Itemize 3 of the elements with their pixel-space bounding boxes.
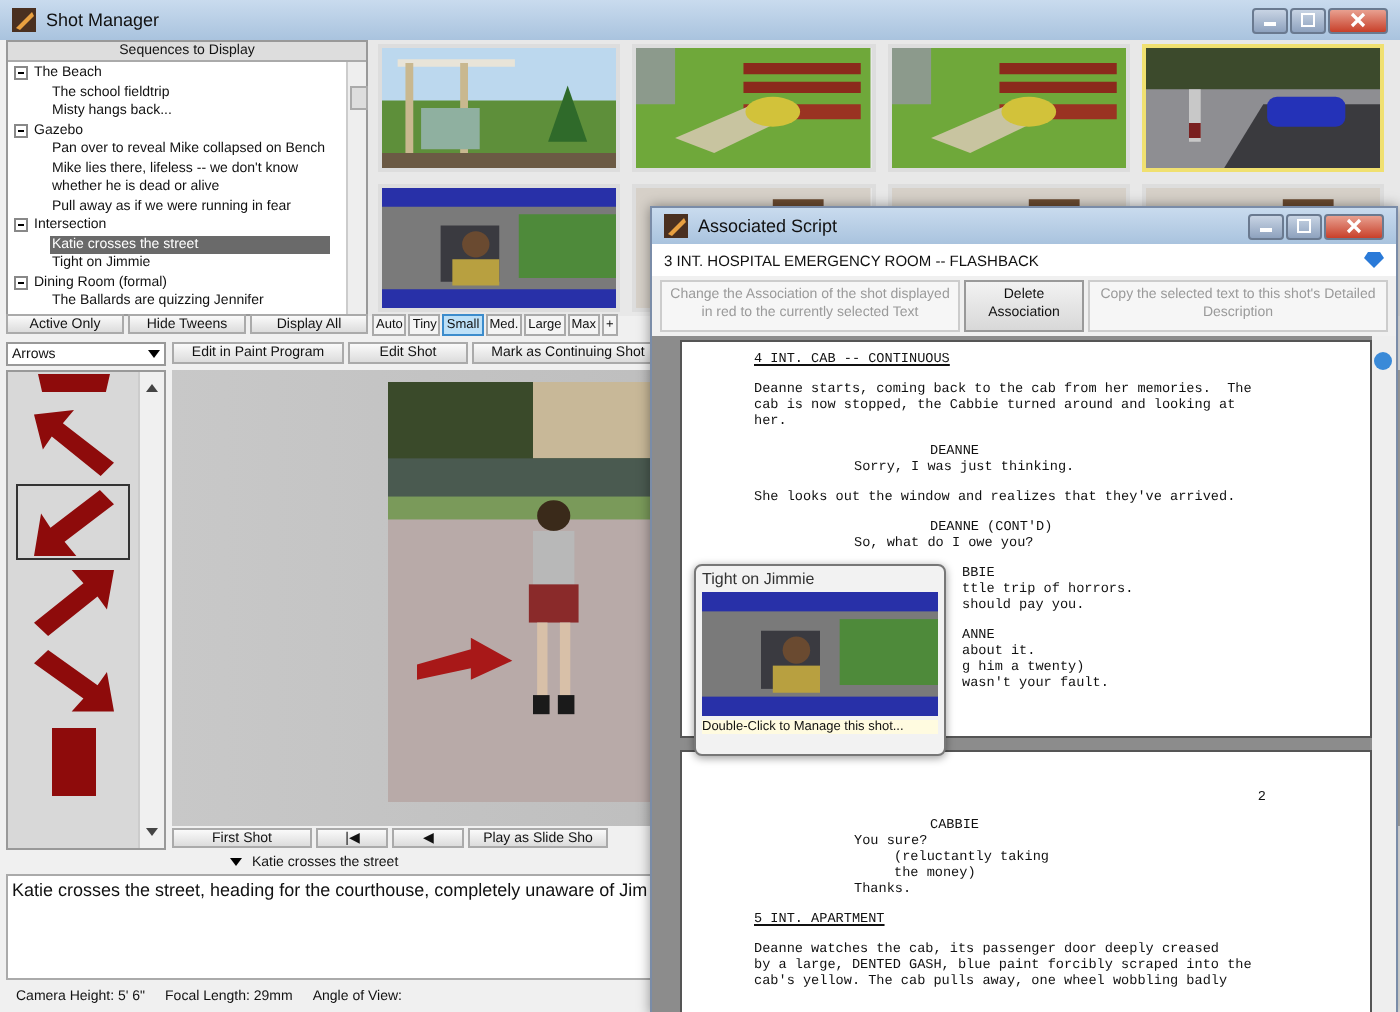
popup-title: Tight on Jimmie <box>702 570 817 588</box>
window-title: Shot Manager <box>46 10 160 30</box>
window-title: Associated Script <box>698 216 838 236</box>
